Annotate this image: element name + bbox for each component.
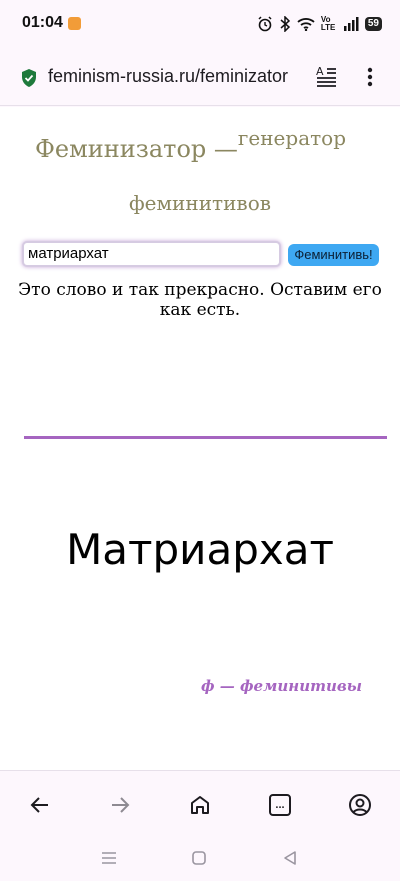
volte-indicator: Vo LTE bbox=[320, 15, 336, 32]
browser-toolbar: feminism-russia.ru/feminizator A bbox=[0, 50, 400, 106]
secure-shield-icon[interactable] bbox=[20, 68, 38, 92]
title-main-text: Феминизатор — bbox=[35, 135, 238, 163]
system-home-icon[interactable] bbox=[191, 850, 207, 870]
section-divider bbox=[24, 436, 387, 439]
signal-icon bbox=[343, 17, 359, 31]
feminize-button[interactable]: Феминитивь! bbox=[288, 244, 379, 266]
system-back-icon[interactable] bbox=[282, 850, 298, 870]
address-bar-url[interactable]: feminism-russia.ru/feminizator bbox=[48, 66, 300, 87]
result-word: Матриархат bbox=[66, 525, 334, 574]
more-menu-icon[interactable] bbox=[360, 65, 380, 93]
forward-arrow-icon[interactable] bbox=[106, 791, 134, 819]
result-message: Это слово и так прекрасно. Оставим его к… bbox=[18, 280, 382, 320]
svg-text:A: A bbox=[316, 65, 324, 78]
system-navigation-bar bbox=[0, 836, 400, 881]
brand-link[interactable]: ф — феминитивы bbox=[201, 677, 362, 695]
status-time: 01:04 bbox=[22, 14, 63, 31]
browser-bottom-nav: ... bbox=[0, 770, 400, 836]
back-arrow-icon[interactable] bbox=[26, 791, 54, 819]
alarm-icon bbox=[258, 16, 272, 32]
page-title: Феминизатор —генератор bbox=[35, 126, 346, 163]
bluetooth-icon bbox=[280, 16, 290, 32]
page-subtitle: феминитивов bbox=[129, 191, 271, 215]
word-input[interactable]: матриархат bbox=[22, 241, 281, 267]
home-icon[interactable] bbox=[186, 791, 214, 819]
account-icon[interactable] bbox=[346, 791, 374, 819]
reader-mode-icon[interactable]: A bbox=[314, 64, 338, 92]
battery-indicator: 59 bbox=[364, 17, 382, 31]
title-superscript-text: генератор bbox=[237, 126, 347, 150]
web-page: Феминизатор —генератор феминитивов матри… bbox=[0, 107, 400, 770]
recents-icon[interactable] bbox=[100, 850, 118, 870]
notification-app-icon bbox=[68, 17, 81, 30]
tabs-count: ... bbox=[275, 799, 285, 811]
wifi-icon bbox=[297, 18, 315, 31]
tabs-icon[interactable]: ... bbox=[266, 791, 294, 819]
status-icons: Vo LTE 59 bbox=[257, 14, 382, 34]
status-bar: 01:04 Vo LTE 59 bbox=[0, 0, 400, 50]
